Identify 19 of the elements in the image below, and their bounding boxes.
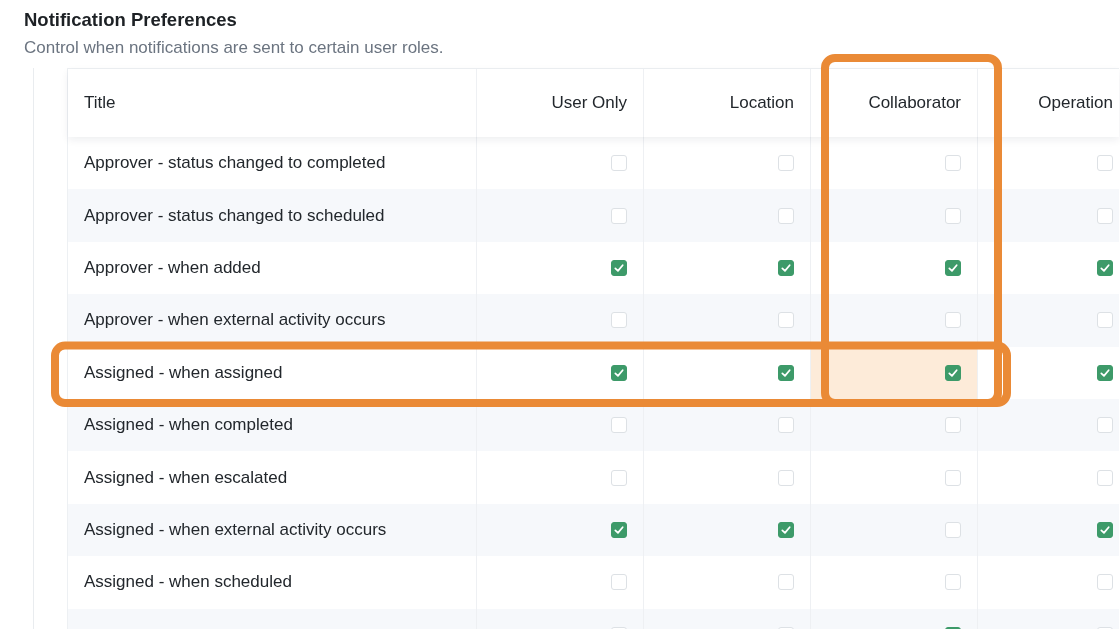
- table-cell: Approver - when external activity occurs: [68, 294, 477, 347]
- section-title: Notification Preferences: [24, 8, 238, 31]
- table-cell: Assigned - when assigned: [68, 346, 477, 399]
- checkbox[interactable]: [1097, 521, 1113, 538]
- checkbox[interactable]: [945, 259, 961, 276]
- checkbox[interactable]: [1097, 364, 1113, 381]
- column-header: Operation: [1037, 92, 1114, 114]
- checkbox[interactable]: [611, 364, 627, 381]
- checkbox[interactable]: [1097, 259, 1113, 276]
- table-cell: Approver - status changed to scheduled: [68, 189, 477, 242]
- checkbox[interactable]: [945, 364, 961, 381]
- table-cell: Assigned - when scheduled: [68, 556, 477, 609]
- checkbox[interactable]: [611, 259, 627, 276]
- table-cell: Assigned - when escalated: [68, 451, 477, 504]
- checkbox[interactable]: [778, 521, 794, 538]
- section-description: Control when notifications are sent to certain user roles.: [24, 37, 445, 58]
- checkbox[interactable]: [611, 521, 627, 538]
- checkbox[interactable]: [778, 364, 794, 381]
- checkbox[interactable]: [778, 259, 794, 276]
